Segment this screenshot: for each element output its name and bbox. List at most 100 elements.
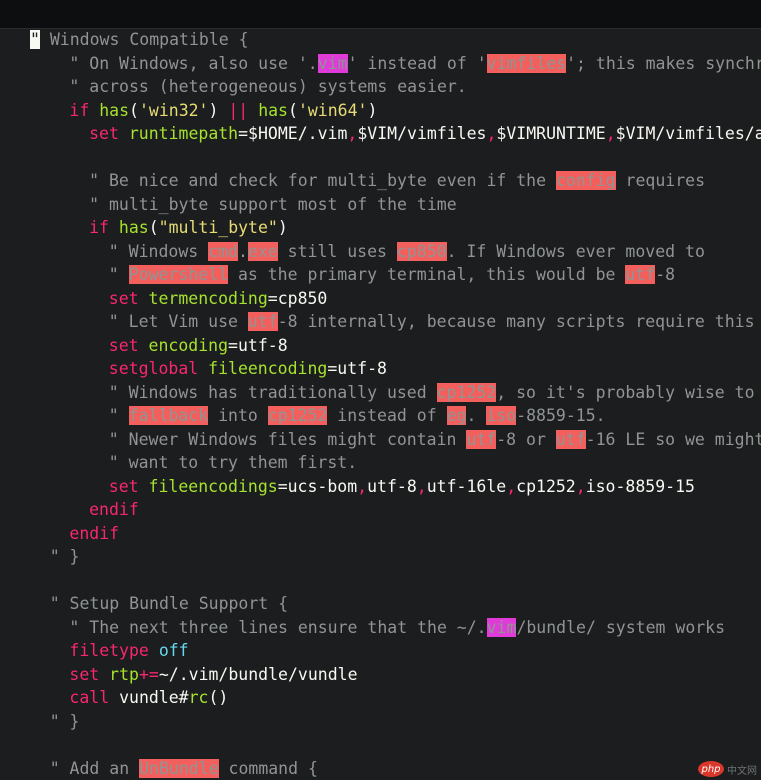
code-token: -16 LE so we might xyxy=(585,429,761,449)
code-line[interactable]: endif xyxy=(89,498,139,521)
code-token: =ucs-bom xyxy=(277,476,358,496)
code-token: . xyxy=(466,406,487,425)
code-token: " } xyxy=(49,711,80,731)
code-token: fileencodings xyxy=(148,476,278,496)
code-token: " xyxy=(108,406,129,425)
vim-editor-buffer[interactable]: " Windows Compatible {" On Windows, also… xyxy=(0,28,761,780)
code-token: " Be nice and check for multi_byte even … xyxy=(89,171,556,190)
code-line[interactable]: " Powershell as the primary terminal, th… xyxy=(109,263,675,286)
code-line[interactable]: " want to try them first. xyxy=(109,451,357,474)
code-line[interactable]: " Let Vim use utf-8 internally, because … xyxy=(109,310,755,333)
code-token: utf xyxy=(466,429,497,449)
code-line[interactable]: " Windows Compatible { xyxy=(30,28,249,51)
code-line[interactable]: setglobal fileencoding=utf-8 xyxy=(109,357,387,380)
code-token: into xyxy=(208,406,268,425)
code-token: UnBundle xyxy=(139,758,219,778)
code-line[interactable]: " across (heterogeneous) systems easier. xyxy=(69,75,466,98)
code-line[interactable]: " multi_byte support most of the time xyxy=(89,193,457,216)
code-token: $VIM/vimfiles xyxy=(357,124,487,143)
code-token: , xyxy=(416,476,427,496)
code-line[interactable]: endif xyxy=(69,522,119,545)
code-token: " Windows xyxy=(108,241,209,261)
code-token: ) xyxy=(208,100,229,120)
code-token: " across (heterogeneous) systems easier. xyxy=(69,77,467,96)
code-line[interactable]: " Windows has traditionally used cp1252,… xyxy=(109,381,755,404)
code-line[interactable]: if has("multi_byte") xyxy=(89,216,288,239)
code-token: set xyxy=(108,335,139,355)
code-token: fallback xyxy=(128,406,209,425)
code-token: ' instead of ' xyxy=(347,53,487,73)
code-token: utf xyxy=(555,429,586,449)
code-token: " want to try them first. xyxy=(108,453,358,472)
code-line[interactable]: " Newer Windows files might contain utf-… xyxy=(109,428,761,451)
code-token: || xyxy=(228,100,249,120)
code-line[interactable]: set runtimepath=$HOME/.vim,$VIM/vimfiles… xyxy=(89,122,761,145)
code-line[interactable]: " fallback into cp1252 instead of eg. is… xyxy=(109,404,606,427)
code-token: $VIM/vimfiles/af xyxy=(615,124,761,143)
code-line[interactable]: set encoding=utf-8 xyxy=(109,334,288,357)
code-token: eg xyxy=(446,406,467,425)
code-token: =utf-8 xyxy=(228,335,288,355)
code-token: vim xyxy=(317,53,348,73)
code-token: iso xyxy=(486,406,517,425)
code-token: config xyxy=(555,171,616,190)
code-line[interactable]: filetype off xyxy=(69,639,188,662)
code-token: '; this makes synchro xyxy=(566,53,761,73)
code-token: ( xyxy=(148,218,159,237)
code-token: as the primary terminal, this would be xyxy=(228,265,626,284)
code-line[interactable]: " Add an UnBundle command { xyxy=(50,757,318,780)
code-token: . If Windows ever moved to xyxy=(446,241,705,261)
code-token: endif xyxy=(69,523,120,543)
code-line[interactable]: " Setup Bundle Support { xyxy=(50,592,288,615)
code-line[interactable]: if has('win32') || has('win64') xyxy=(69,99,377,122)
code-token: , xyxy=(347,124,358,143)
code-line[interactable]: " The next three lines ensure that the ~… xyxy=(69,616,725,639)
code-token: -8859-15. xyxy=(516,406,606,425)
code-token: rtp xyxy=(109,664,139,684)
php-logo-icon: php xyxy=(698,761,724,777)
code-line[interactable]: " On Windows, also use '.vim' instead of… xyxy=(69,52,761,75)
code-token: " } xyxy=(49,547,80,566)
code-token: " Windows has traditionally used xyxy=(108,382,437,402)
code-token: fileencoding xyxy=(208,359,328,378)
code-token: requires xyxy=(615,171,705,190)
code-token: utf xyxy=(247,312,278,331)
code-token: termencoding xyxy=(148,288,268,308)
code-token: utf-8 xyxy=(367,476,417,496)
code-line[interactable]: " Windows cmd.exe still uses cp850. If W… xyxy=(109,240,705,263)
code-token: if xyxy=(89,218,109,237)
code-token: ) xyxy=(367,100,378,120)
code-token: () xyxy=(208,688,229,707)
code-token: vundle# xyxy=(109,688,189,707)
code-token: /bundle/ system works xyxy=(516,617,726,637)
code-token: set xyxy=(89,124,119,143)
code-token: Powershell xyxy=(128,265,229,284)
code-line[interactable]: " } xyxy=(50,710,80,733)
code-token: , so it's probably wise to xyxy=(496,382,755,402)
code-token: iso-8859-15 xyxy=(585,476,695,496)
code-line[interactable]: set fileencodings=ucs-bom,utf-8,utf-16le… xyxy=(109,475,695,498)
code-token: cp1252 xyxy=(436,382,497,402)
code-line[interactable]: call vundle#rc() xyxy=(69,686,228,709)
code-token: " Let Vim use xyxy=(108,312,248,331)
code-token: off xyxy=(158,641,189,660)
code-token: " Newer Windows files might contain xyxy=(108,429,467,449)
code-token: has xyxy=(118,218,149,237)
code-token: =cp850 xyxy=(267,288,328,308)
code-line[interactable]: " Be nice and check for multi_byte even … xyxy=(89,169,705,192)
code-line[interactable]: " } xyxy=(50,545,80,568)
code-token: " Add an xyxy=(49,758,140,778)
code-token: "multi_byte" xyxy=(158,218,278,237)
code-line[interactable]: set termencoding=cp850 xyxy=(109,287,328,310)
code-line[interactable]: set rtp+=~/.vim/bundle/vundle xyxy=(69,663,357,686)
code-token: cp850 xyxy=(396,241,447,261)
code-token: set xyxy=(108,288,139,308)
code-token: . xyxy=(237,241,248,261)
code-token: command { xyxy=(218,758,318,778)
